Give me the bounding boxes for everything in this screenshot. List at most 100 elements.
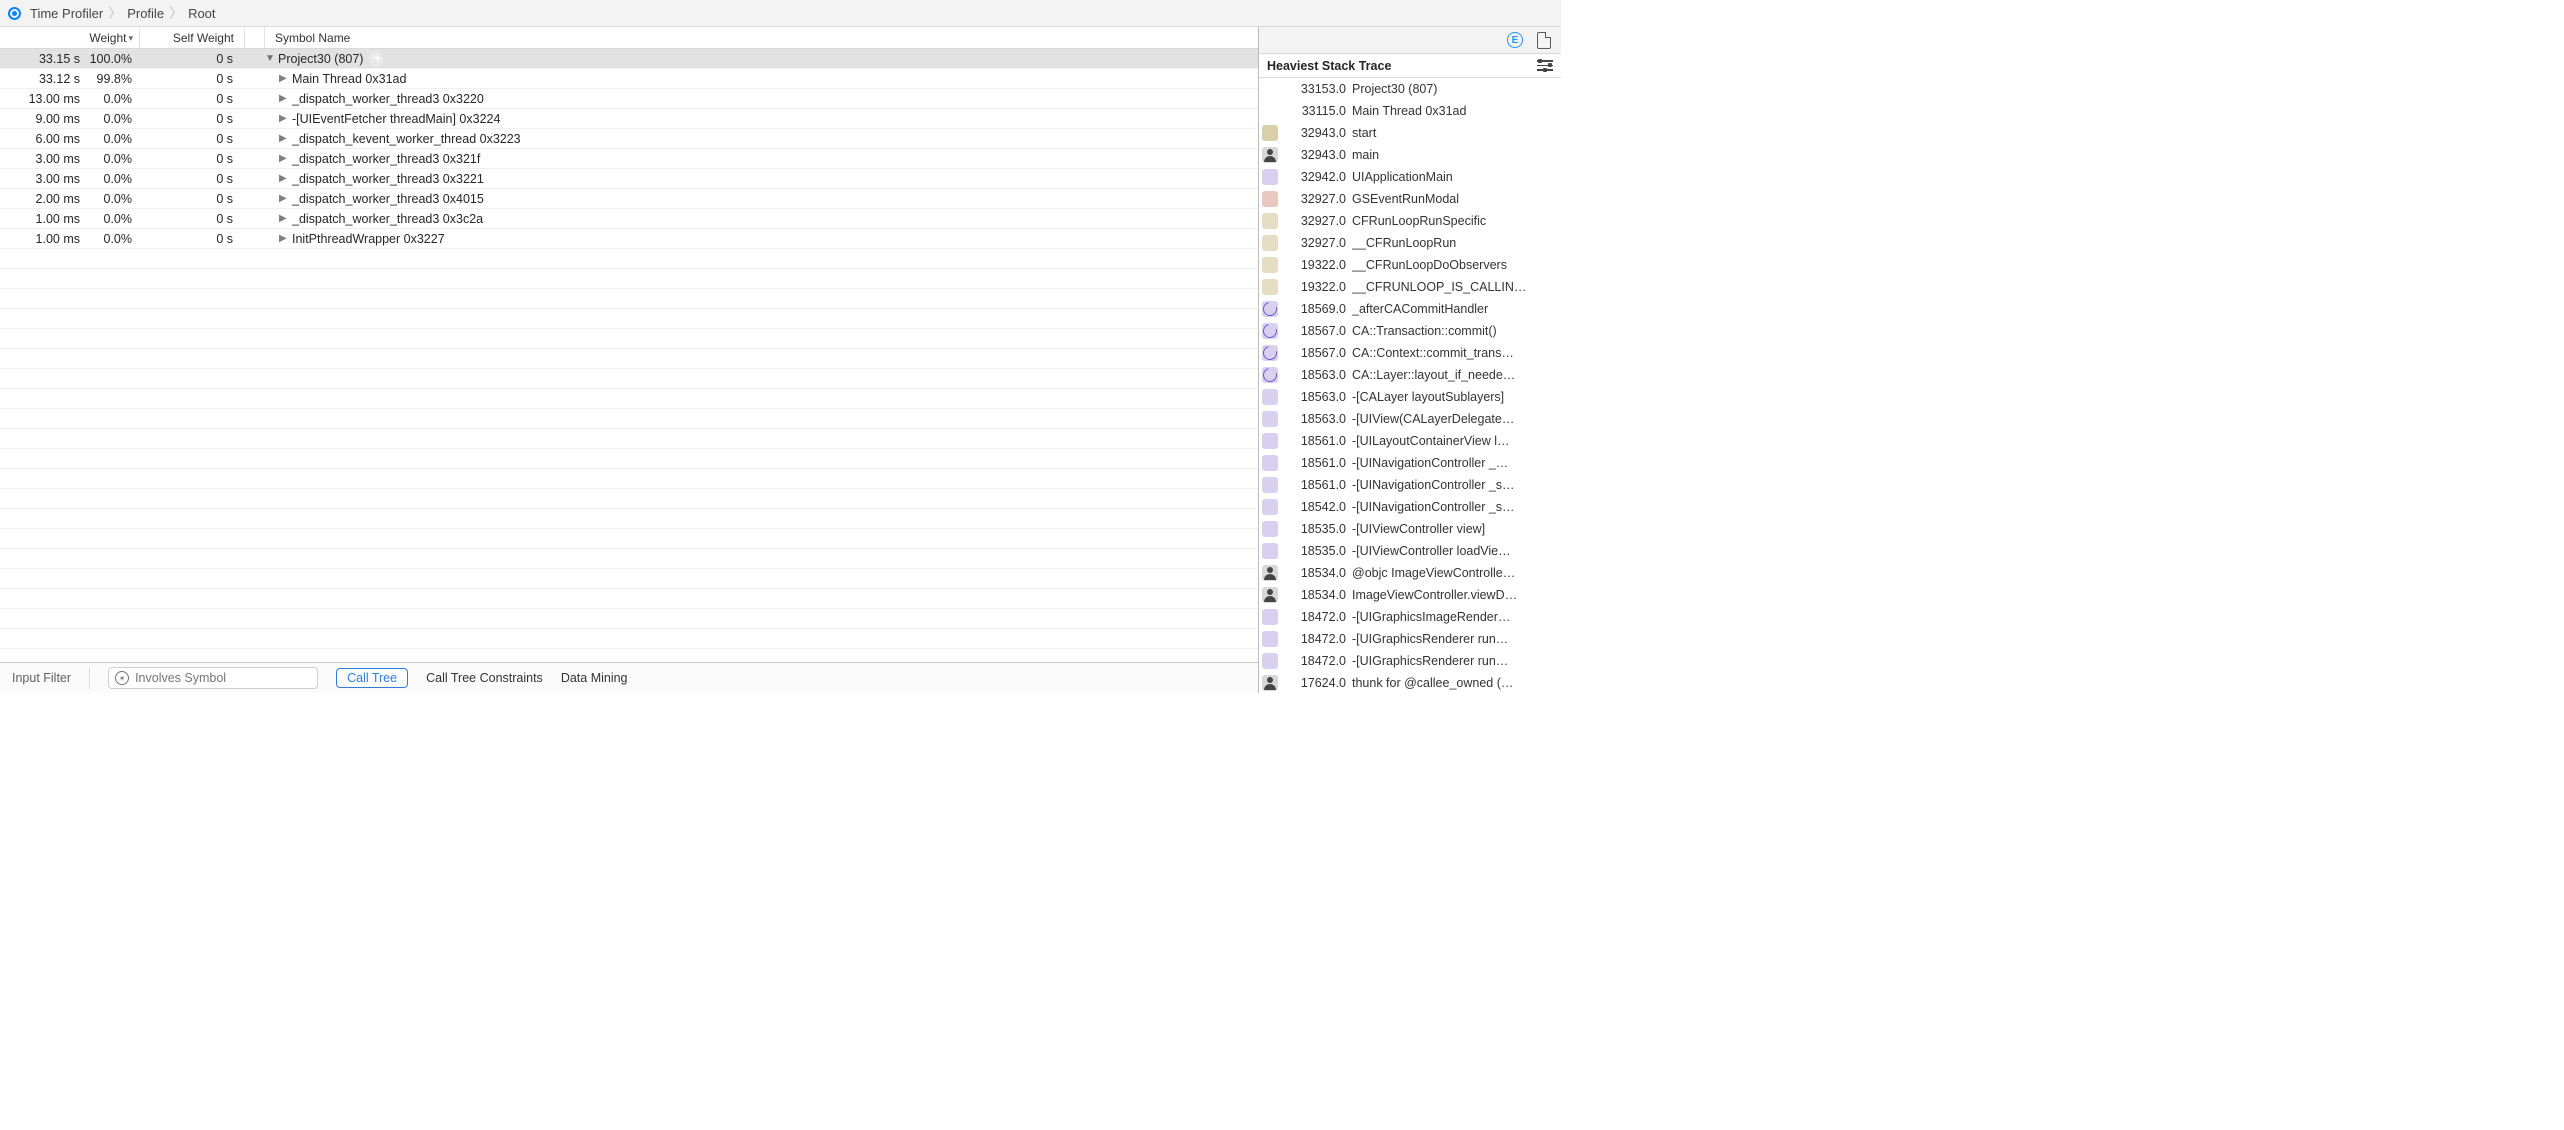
- frame-name: start: [1352, 126, 1555, 140]
- disclosure-closed-icon[interactable]: ▶: [279, 93, 289, 104]
- frame-mug-purple-icon: [1262, 411, 1278, 427]
- symbol-cell: ▶_dispatch_kevent_worker_thread 0x3223: [265, 132, 1258, 146]
- stack-trace-row[interactable]: 32927.0GSEventRunModal: [1259, 188, 1561, 210]
- frame-weight: 18561.0: [1284, 456, 1346, 470]
- frame-name: _afterCACommitHandler: [1352, 302, 1555, 316]
- frame-person-icon: [1262, 565, 1278, 581]
- breadcrumb-item[interactable]: Profile: [125, 6, 166, 21]
- weight-percent: 100.0%: [84, 52, 140, 66]
- stack-trace-row[interactable]: 32927.0__CFRunLoopRun: [1259, 232, 1561, 254]
- frame-name: CA::Transaction::commit(): [1352, 324, 1555, 338]
- page-icon[interactable]: [1537, 32, 1551, 49]
- stack-trace-row[interactable]: 33153.0Project30 (807): [1259, 78, 1561, 100]
- column-gap: [245, 27, 265, 48]
- stack-trace-row[interactable]: 18472.0-[UIGraphicsImageRender…: [1259, 606, 1561, 628]
- chevron-right-icon: 〉: [105, 3, 125, 23]
- stack-trace-row[interactable]: 18563.0-[UIView(CALayerDelegate…: [1259, 408, 1561, 430]
- weight-percent: 0.0%: [84, 172, 140, 186]
- frame-mug-purple-icon: [1262, 631, 1278, 647]
- weight-percent: 0.0%: [84, 112, 140, 126]
- frame-weight: 32927.0: [1284, 236, 1346, 250]
- stack-trace-row[interactable]: 32942.0UIApplicationMain: [1259, 166, 1561, 188]
- stack-trace-row[interactable]: 18563.0-[CALayer layoutSublayers]: [1259, 386, 1561, 408]
- stack-trace-row[interactable]: 32943.0main: [1259, 144, 1561, 166]
- table-row[interactable]: 33.12 s99.8%0 s▶Main Thread 0x31ad: [0, 69, 1258, 89]
- frame-mug-tan-icon: [1262, 235, 1278, 251]
- symbol-cell: ▶_dispatch_worker_thread3 0x3220: [265, 92, 1258, 106]
- stack-trace-rows[interactable]: 33153.0Project30 (807)33115.0Main Thread…: [1259, 78, 1561, 693]
- symbol-name: Main Thread 0x31ad: [292, 72, 406, 86]
- stack-trace-row[interactable]: 17624.0thunk for @callee_owned (…: [1259, 672, 1561, 693]
- stack-trace-row[interactable]: 18535.0-[UIViewController loadVie…: [1259, 540, 1561, 562]
- stack-trace-row[interactable]: 18563.0CA::Layer::layout_if_neede…: [1259, 364, 1561, 386]
- frame-mug-purple-icon: [1262, 653, 1278, 669]
- symbol-cell: ▶_dispatch_worker_thread3 0x3221: [265, 172, 1258, 186]
- disclosure-closed-icon[interactable]: ▶: [279, 233, 289, 244]
- frame-clock-icon: [1262, 323, 1278, 339]
- weight-percent: 99.8%: [84, 72, 140, 86]
- disclosure-closed-icon[interactable]: ▶: [279, 133, 289, 144]
- breadcrumb-item[interactable]: Time Profiler: [28, 6, 105, 21]
- self-weight: 0 s: [140, 232, 245, 246]
- frame-weight: 18567.0: [1284, 346, 1346, 360]
- stack-trace-row[interactable]: 18542.0-[UINavigationController _s…: [1259, 496, 1561, 518]
- table-row[interactable]: 1.00 ms0.0%0 s▶InitPthreadWrapper 0x3227: [0, 229, 1258, 249]
- table-row[interactable]: 13.00 ms0.0%0 s▶_dispatch_worker_thread3…: [0, 89, 1258, 109]
- self-weight: 0 s: [140, 112, 245, 126]
- weight-percent: 0.0%: [84, 92, 140, 106]
- frame-weight: 18569.0: [1284, 302, 1346, 316]
- table-row[interactable]: 1.00 ms0.0%0 s▶_dispatch_worker_thread3 …: [0, 209, 1258, 229]
- weight-time: 1.00 ms: [0, 232, 84, 246]
- stack-trace-row[interactable]: 18567.0 CA::Transaction::commit(): [1259, 320, 1561, 342]
- stack-trace-row[interactable]: 32943.0start: [1259, 122, 1561, 144]
- disclosure-closed-icon[interactable]: ▶: [279, 113, 289, 124]
- stack-trace-row[interactable]: 18561.0-[UILayoutContainerView l…: [1259, 430, 1561, 452]
- disclosure-closed-icon[interactable]: ▶: [279, 213, 289, 224]
- symbol-cell: ▶_dispatch_worker_thread3 0x3c2a: [265, 212, 1258, 226]
- stack-trace-row[interactable]: 18472.0-[UIGraphicsRenderer run…: [1259, 628, 1561, 650]
- frame-person-icon: [1262, 587, 1278, 603]
- frame-mug-purple-icon: [1262, 477, 1278, 493]
- disclosure-closed-icon[interactable]: ▶: [279, 73, 289, 84]
- focus-arrow-icon[interactable]: ➜: [369, 52, 383, 66]
- disclosure-closed-icon[interactable]: ▶: [279, 153, 289, 164]
- disclosure-closed-icon[interactable]: ▶: [279, 193, 289, 204]
- stack-trace-row[interactable]: 18561.0-[UINavigationController _s…: [1259, 474, 1561, 496]
- involves-symbol-field[interactable]: ✶: [108, 667, 318, 689]
- stack-trace-row[interactable]: 33115.0Main Thread 0x31ad: [1259, 100, 1561, 122]
- table-row[interactable]: 3.00 ms0.0%0 s▶_dispatch_worker_thread3 …: [0, 149, 1258, 169]
- column-symbol-name[interactable]: Symbol Name: [265, 27, 1258, 48]
- stack-trace-row[interactable]: 18569.0 _afterCACommitHandler: [1259, 298, 1561, 320]
- stack-trace-row[interactable]: 18472.0-[UIGraphicsRenderer run…: [1259, 650, 1561, 672]
- table-row[interactable]: 33.15 s100.0%0 s▼Project30 (807)➜: [0, 49, 1258, 69]
- call-tree-button[interactable]: Call Tree: [336, 668, 408, 688]
- disclosure-open-icon[interactable]: ▼: [265, 53, 275, 64]
- stack-trace-row[interactable]: 18567.0CA::Context::commit_trans…: [1259, 342, 1561, 364]
- call-tree-constraints-button[interactable]: Call Tree Constraints: [426, 671, 543, 685]
- stack-trace-row[interactable]: 18534.0@objc ImageViewControlle…: [1259, 562, 1561, 584]
- data-mining-button[interactable]: Data Mining: [561, 671, 628, 685]
- stack-trace-row[interactable]: 18535.0-[UIViewController view]: [1259, 518, 1561, 540]
- stack-trace-row[interactable]: 32927.0CFRunLoopRunSpecific: [1259, 210, 1561, 232]
- table-row[interactable]: 6.00 ms0.0%0 s▶_dispatch_kevent_worker_t…: [0, 129, 1258, 149]
- table-row[interactable]: 2.00 ms0.0%0 s▶_dispatch_worker_thread3 …: [0, 189, 1258, 209]
- column-self-weight[interactable]: Self Weight: [140, 27, 245, 48]
- column-weight[interactable]: Weight▾: [0, 27, 140, 48]
- stack-trace-row[interactable]: 19322.0__CFRunLoopDoObservers: [1259, 254, 1561, 276]
- extended-detail-icon[interactable]: E: [1507, 32, 1523, 48]
- call-tree-rows[interactable]: 33.15 s100.0%0 s▼Project30 (807)➜33.12 s…: [0, 49, 1258, 662]
- symbol-name: _dispatch_worker_thread3 0x3220: [292, 92, 484, 106]
- disclosure-closed-icon[interactable]: ▶: [279, 173, 289, 184]
- stack-trace-row[interactable]: 18561.0-[UINavigationController _…: [1259, 452, 1561, 474]
- involves-symbol-input[interactable]: [135, 671, 311, 685]
- table-row[interactable]: 3.00 ms0.0%0 s▶_dispatch_worker_thread3 …: [0, 169, 1258, 189]
- stack-trace-row[interactable]: 19322.0__CFRUNLOOP_IS_CALLIN…: [1259, 276, 1561, 298]
- frame-weight: 18472.0: [1284, 654, 1346, 668]
- frame-weight: 18567.0: [1284, 324, 1346, 338]
- breadcrumb-item[interactable]: Root: [186, 6, 217, 21]
- settings-icon[interactable]: [1537, 60, 1553, 71]
- frame-weight: 32942.0: [1284, 170, 1346, 184]
- sort-chevron-icon: ▾: [128, 33, 133, 44]
- table-row[interactable]: 9.00 ms0.0%0 s▶-[UIEventFetcher threadMa…: [0, 109, 1258, 129]
- stack-trace-row[interactable]: 18534.0ImageViewController.viewD…: [1259, 584, 1561, 606]
